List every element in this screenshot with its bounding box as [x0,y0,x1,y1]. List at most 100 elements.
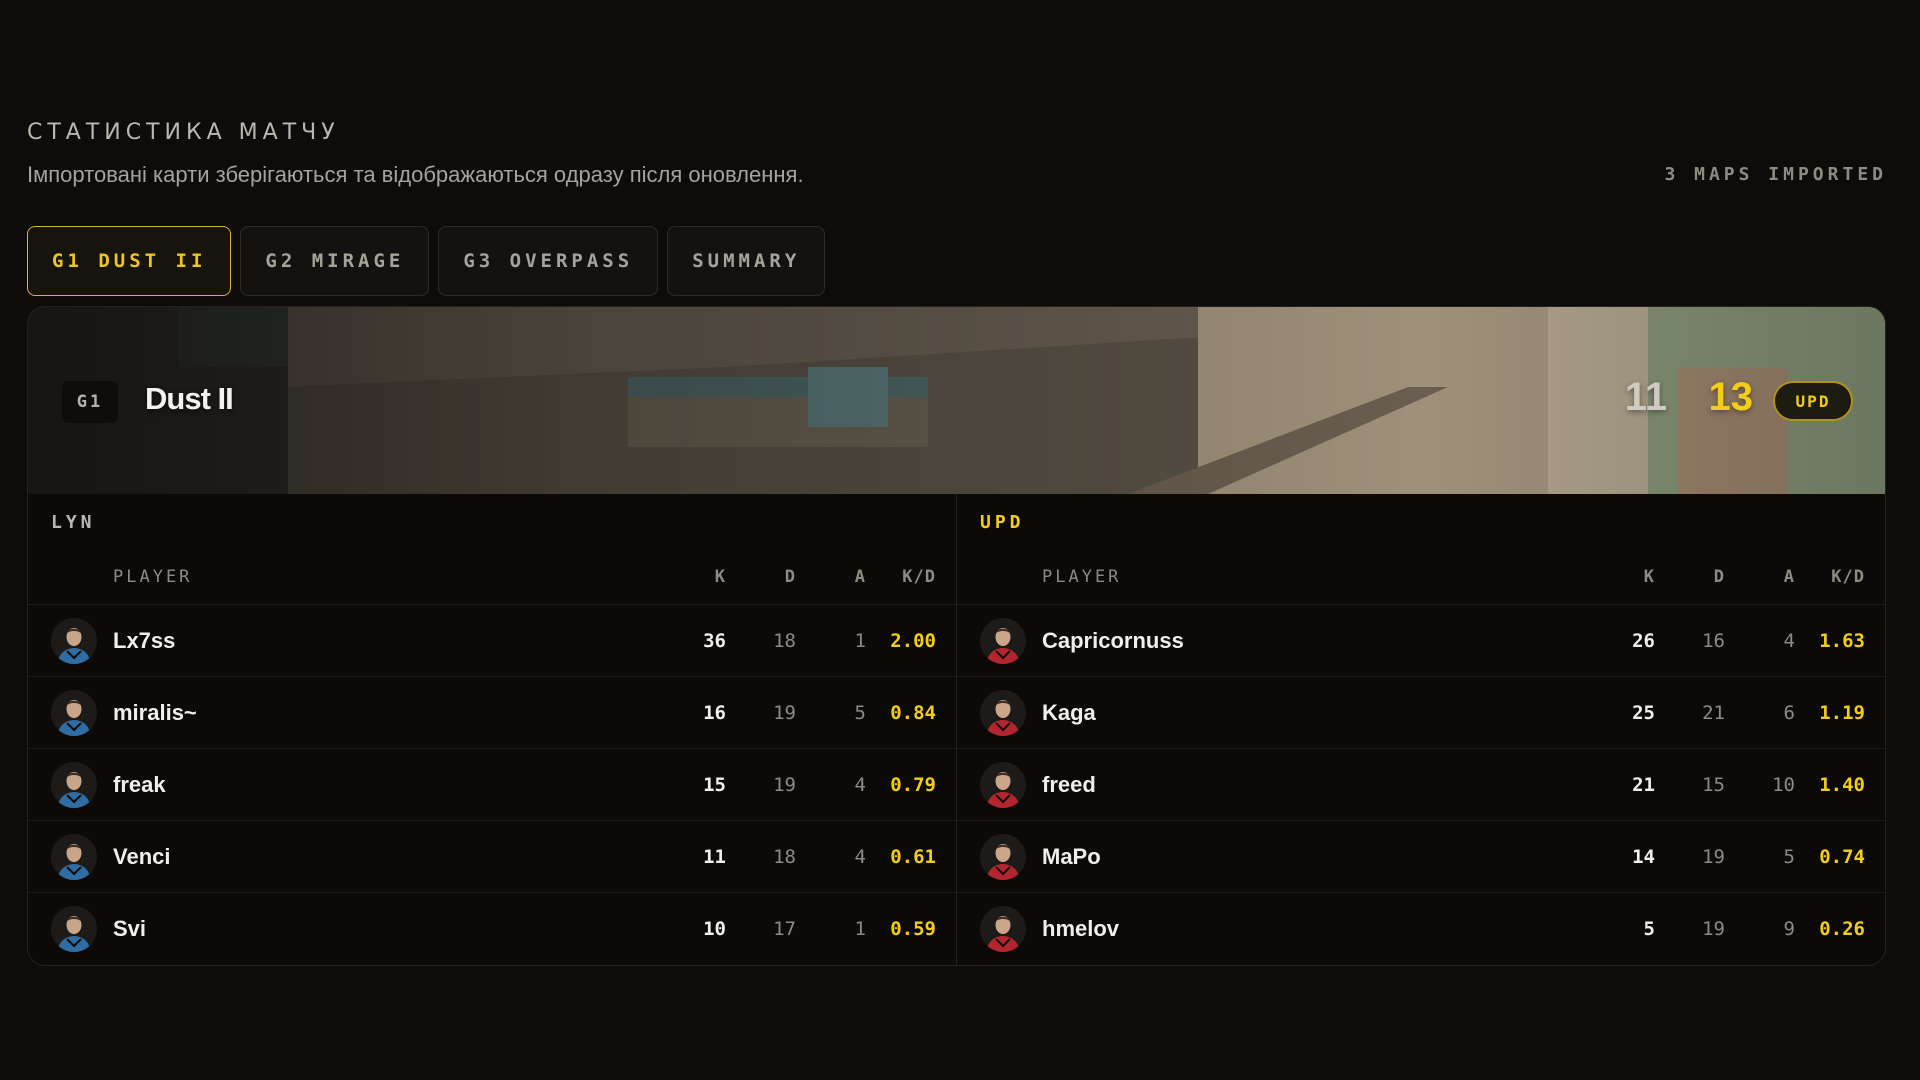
teams-stats: LYN PLAYER K D A K/D Lx7ss 36 18 1 2.00 miral… [28,494,1885,965]
maps-imported-count: 3 MAPS IMPORTED [1664,164,1887,185]
player-kills: 14 [1632,845,1655,868]
header-player: PLAYER [1042,566,1122,587]
section-subtitle: Імпортовані карти зберігаються та відобр… [27,162,804,187]
player-assists: 5 [1783,845,1795,868]
player-cell: Venci [28,833,656,880]
player-assists: 4 [854,773,866,796]
player-avatar [51,906,97,952]
table-row[interactable]: Venci 11 18 4 0.61 [28,821,956,893]
table-header: PLAYER K D A K/D [957,549,1885,605]
table-row[interactable]: freed 21 15 10 1.40 [957,749,1885,821]
player-kills: 11 [703,845,726,868]
player-cell: hmelov [957,906,1585,952]
winner-badge: UPD [1773,381,1853,421]
player-deaths: 19 [773,773,796,796]
player-avatar [51,833,97,880]
player-assists: 6 [1783,701,1795,724]
tab-g3-overpass[interactable]: G3 OVERPASS [438,226,659,296]
header-player: PLAYER [113,566,193,587]
player-deaths: 21 [1702,701,1725,724]
player-deaths: 18 [773,845,796,868]
player-cell: freed [957,761,1585,808]
player-kd: 2.00 [890,629,936,652]
player-deaths: 19 [1702,845,1725,868]
player-kills: 36 [703,629,726,652]
player-kd: 0.61 [890,845,936,868]
player-name: Svi [113,916,147,941]
player-kills: 25 [1632,701,1655,724]
table-row[interactable]: Svi 10 17 1 0.59 [28,893,956,965]
player-assists: 4 [1783,629,1795,652]
player-deaths: 18 [773,629,796,652]
player-name: Lx7ss [113,627,176,653]
player-assists: 1 [854,629,866,652]
header-kd: K/D [902,566,936,587]
player-name: MaPo [1042,843,1101,869]
player-assists: 4 [854,845,866,868]
table-row[interactable]: Capricornuss 26 16 4 1.63 [957,605,1885,677]
player-kills: 16 [703,701,726,724]
section-title: СТАТИСТИКА МАТЧУ [27,120,340,145]
player-cell: Lx7ss [28,617,656,664]
player-deaths: 17 [773,918,796,940]
player-avatar [51,617,97,664]
player-deaths: 19 [773,701,796,724]
table-row[interactable]: miralis~ 16 19 5 0.84 [28,677,956,749]
team-name: UPD [980,512,1025,533]
player-kd: 0.59 [890,918,936,940]
player-deaths: 16 [1702,629,1725,652]
header-assists: A [1783,566,1795,587]
tab-g1-dust-ii[interactable]: G1 DUST II [27,226,232,296]
player-name: Kaga [1042,699,1096,725]
player-name: Capricornuss [1042,627,1184,653]
player-rows: Lx7ss 36 18 1 2.00 miralis~ 16 19 5 0.84 freak 1 5 19… [28,605,956,965]
player-avatar [980,833,1026,880]
table-row[interactable]: freak 15 19 4 0.79 [28,749,956,821]
player-kd: 1.19 [1819,701,1865,724]
player-rows: Capricornuss 26 16 4 1.63 Kaga 25 21 6 1.19 freed 2… [957,605,1885,965]
map-stats-card: G1 Dust II 11 13 UPD LYN PLAYER K D A K/… [27,306,1886,966]
map-order-badge: G1 [62,381,118,423]
team-panel-right: UPD PLAYER K D A K/D Capricornuss 26 16 4 1.… [956,494,1885,965]
tab-g2-mirage[interactable]: G2 MIRAGE [240,226,430,296]
player-cell: miralis~ [28,689,656,736]
player-kd: 0.84 [890,701,936,724]
header-deaths: D [784,566,796,587]
player-name: freak [113,771,166,797]
player-kd: 0.26 [1819,918,1865,940]
table-row[interactable]: Kaga 25 21 6 1.19 [957,677,1885,749]
header-deaths: D [1713,566,1725,587]
player-kd: 0.79 [890,773,936,796]
header-kills: K [1643,566,1655,587]
player-avatar [980,617,1026,664]
header-assists: A [854,566,866,587]
player-kills: 10 [703,918,726,940]
team-panel-left: LYN PLAYER K D A K/D Lx7ss 36 18 1 2.00 miral… [28,494,956,965]
map-banner: G1 Dust II 11 13 UPD [28,307,1885,494]
tab-summary[interactable]: SUMMARY [667,226,826,296]
player-assists: 10 [1772,773,1795,796]
header-kills: K [714,566,726,587]
player-kills: 5 [1643,918,1655,940]
table-row[interactable]: MaPo 14 19 5 0.74 [957,821,1885,893]
player-name: hmelov [1042,916,1120,941]
player-avatar [51,689,97,736]
player-avatar [980,761,1026,808]
score-team-right: 13 [1708,375,1754,419]
header-kd: K/D [1831,566,1865,587]
map-banner-image [28,307,1885,494]
player-avatar [51,761,97,808]
player-name: miralis~ [113,699,197,725]
player-cell: Svi [28,906,656,952]
player-avatar [980,689,1026,736]
table-row[interactable]: hmelov 5 19 9 0.26 [957,893,1885,965]
player-kills: 21 [1632,773,1655,796]
team-name: LYN [51,512,96,533]
player-kd: 1.40 [1819,773,1865,796]
player-deaths: 19 [1702,918,1725,940]
player-cell: freak [28,761,656,808]
table-row[interactable]: Lx7ss 36 18 1 2.00 [28,605,956,677]
player-assists: 5 [854,701,866,724]
player-kills: 26 [1632,629,1655,652]
player-cell: Capricornuss [957,617,1585,664]
